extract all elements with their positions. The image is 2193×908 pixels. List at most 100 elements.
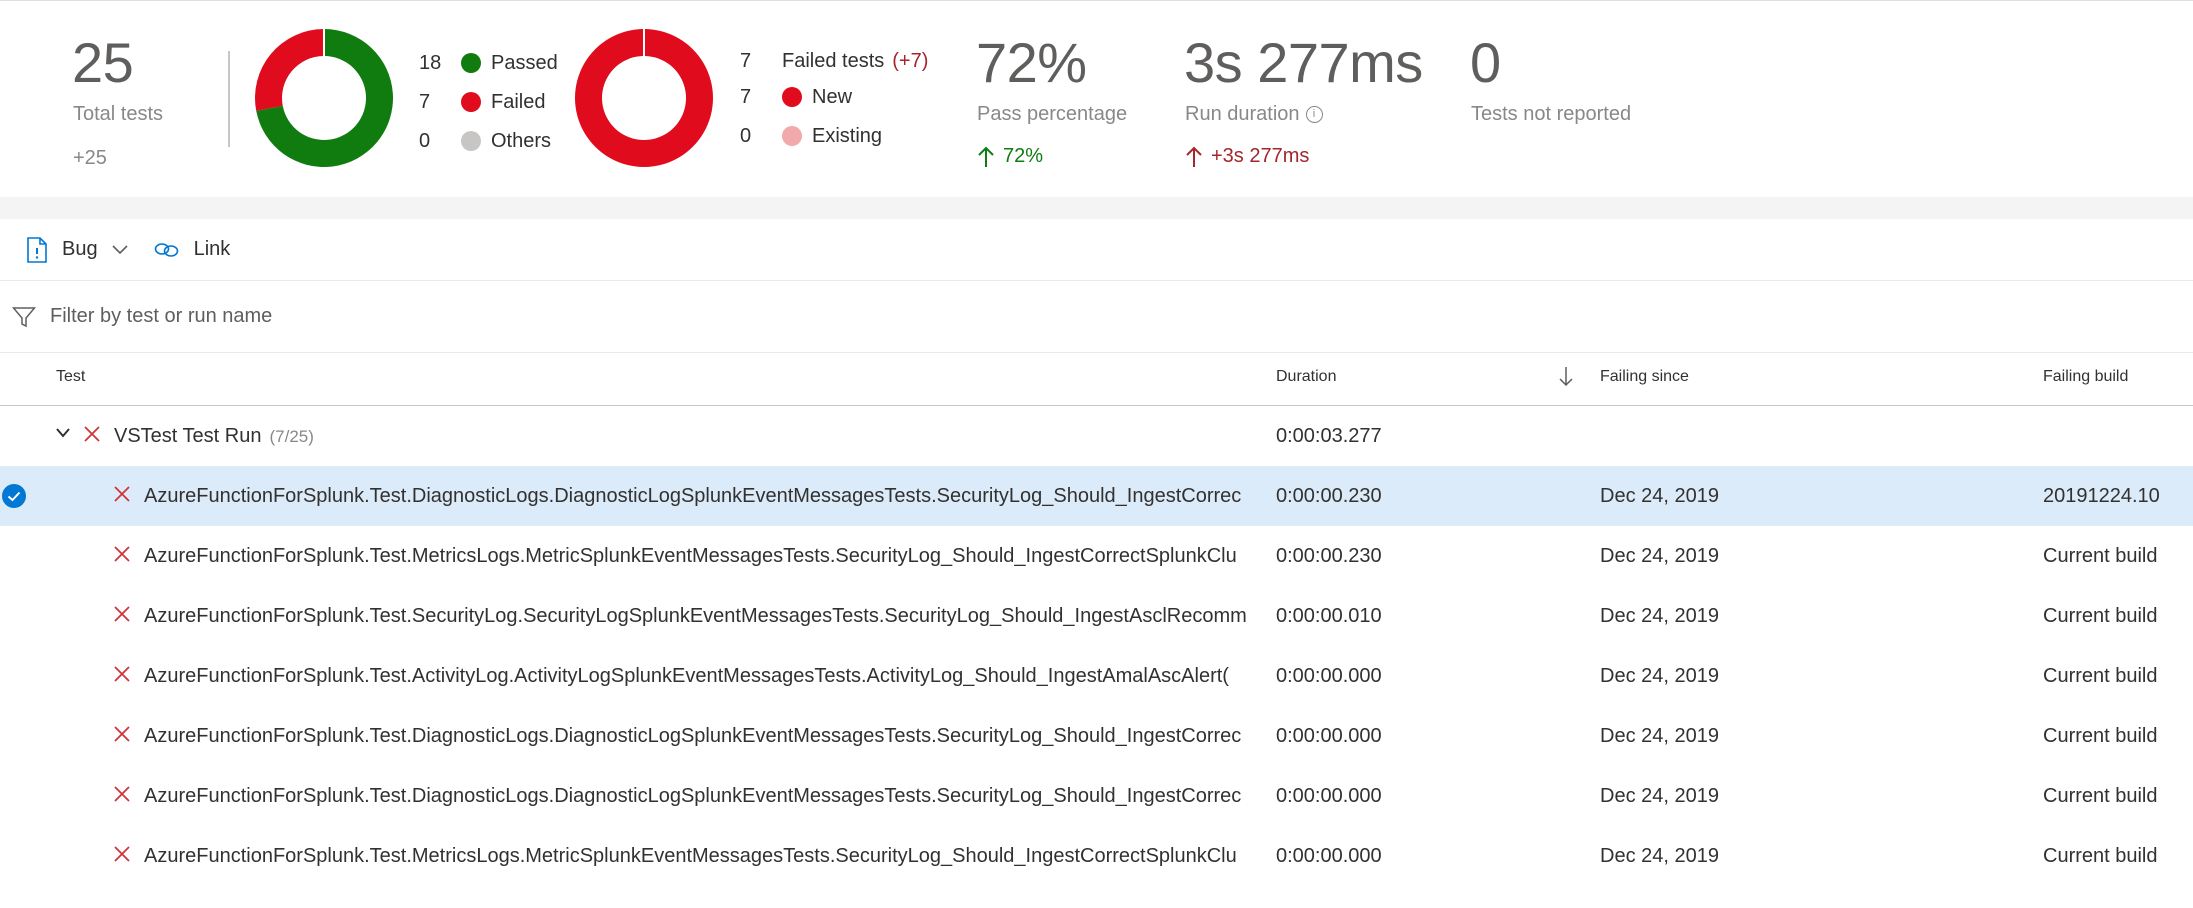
group-duration: 0:00:03.277 — [1276, 425, 1382, 447]
column-header-failing-since[interactable]: Failing since — [1600, 368, 1689, 386]
column-header-duration[interactable]: Duration — [1276, 368, 1336, 386]
legend-others-count: 0 — [419, 129, 431, 152]
failed-tests-count: 7 — [740, 49, 752, 72]
sort-descending-icon[interactable] — [1559, 365, 1573, 387]
test-run-group-row[interactable]: VSTest Test Run (7/25) 0:00:03.277 — [0, 406, 2193, 466]
chevron-down-icon[interactable] — [56, 428, 70, 438]
failed-x-icon — [114, 606, 130, 622]
table-row[interactable]: AzureFunctionForSplunk.Test.MetricsLogs.… — [0, 526, 2193, 586]
duration-cell: 0:00:00.230 — [1276, 545, 1382, 567]
legend-others-label: Others — [491, 129, 552, 152]
failed-x-icon — [84, 426, 100, 442]
duration-cell: 0:00:00.000 — [1276, 725, 1382, 747]
duration-cell: 0:00:00.000 — [1276, 845, 1382, 867]
bug-button-label: Bug — [62, 238, 98, 260]
total-tests-value: 25 — [72, 31, 134, 94]
duration-cell: 0:00:00.000 — [1276, 665, 1382, 687]
failing-since-cell: Dec 24, 2019 — [1600, 545, 1719, 567]
failed-tests-delta: (+7) — [892, 49, 929, 72]
failed-x-icon — [114, 786, 130, 802]
failing-build-cell: Current build — [2043, 545, 2158, 567]
legend-existing-count: 0 — [740, 124, 752, 147]
chevron-down-icon[interactable] — [112, 244, 128, 255]
duration-cell: 0:00:00.000 — [1276, 785, 1382, 807]
failed-x-icon — [114, 546, 130, 562]
failing-since-cell: Dec 24, 2019 — [1600, 845, 1719, 867]
failed-x-icon — [114, 846, 130, 862]
legend-failed-label: Failed — [491, 90, 546, 113]
results-toolbar: Bug Link — [0, 219, 2193, 281]
legend-failed: 7 Failed — [419, 88, 545, 116]
bug-button[interactable]: Bug — [18, 230, 136, 270]
table-row[interactable]: AzureFunctionForSplunk.Test.MetricsLogs.… — [0, 826, 2193, 886]
group-count: (7/25) — [269, 427, 314, 446]
legend-new-label: New — [812, 85, 853, 108]
legend-others-swatch — [461, 131, 481, 151]
test-name-cell[interactable]: AzureFunctionForSplunk.Test.SecurityLog.… — [144, 586, 1252, 646]
run-duration-label-wrap: Run duration i — [1185, 103, 1323, 126]
pass-percentage-label: Pass percentage — [977, 103, 1128, 125]
failed-donut-chart — [574, 28, 713, 167]
legend-existing: 0 Existing — [740, 122, 882, 150]
legend-passed-count: 18 — [419, 51, 442, 74]
filter-input[interactable] — [50, 305, 850, 328]
section-gap — [0, 197, 2193, 219]
failing-since-cell: Dec 24, 2019 — [1600, 605, 1719, 627]
checkmark-circle-icon[interactable] — [2, 484, 26, 508]
total-tests-delta: +25 — [73, 147, 107, 169]
test-name-cell[interactable]: AzureFunctionForSplunk.Test.MetricsLogs.… — [144, 826, 1252, 886]
table-row[interactable]: AzureFunctionForSplunk.Test.DiagnosticLo… — [0, 706, 2193, 766]
failed-x-icon — [114, 726, 130, 742]
failed-x-icon — [114, 666, 130, 682]
table-row[interactable]: AzureFunctionForSplunk.Test.ActivityLog.… — [0, 646, 2193, 706]
test-name-cell[interactable]: AzureFunctionForSplunk.Test.ActivityLog.… — [144, 646, 1252, 706]
table-row[interactable]: AzureFunctionForSplunk.Test.DiagnosticLo… — [0, 766, 2193, 826]
legend-passed: 18 Passed — [419, 49, 558, 77]
failing-build-cell: Current build — [2043, 845, 2158, 867]
legend-existing-swatch — [782, 126, 802, 146]
arrow-up-icon — [1186, 146, 1202, 167]
total-tests-label: Total tests — [73, 103, 164, 125]
pass-percentage-value: 72% — [976, 31, 1087, 94]
filter-bar — [0, 281, 2193, 353]
table-row[interactable]: AzureFunctionForSplunk.Test.DiagnosticLo… — [0, 466, 2193, 526]
not-reported-value: 0 — [1470, 31, 1501, 94]
pass-percentage-delta-value: 72% — [1003, 145, 1044, 167]
info-icon[interactable]: i — [1305, 106, 1323, 124]
pass-percentage-delta: 72% — [977, 145, 1043, 168]
results-grid-header: Test Duration Failing since Failing buil… — [0, 353, 2193, 406]
failed-tests-title: Failed tests — [782, 49, 885, 72]
failing-build-cell: Current build — [2043, 665, 2158, 687]
legend-others: 0 Others — [419, 127, 551, 155]
arrow-up-icon — [978, 146, 994, 167]
test-summary-panel: 25 Total tests +25 18 Passed 7 Failed 0 … — [0, 0, 2193, 197]
run-duration-label: Run duration — [1185, 103, 1300, 125]
column-header-failing-build[interactable]: Failing build — [2043, 368, 2128, 386]
test-name-cell[interactable]: AzureFunctionForSplunk.Test.DiagnosticLo… — [144, 706, 1252, 766]
column-header-test[interactable]: Test — [56, 368, 85, 386]
duration-cell: 0:00:00.230 — [1276, 485, 1382, 507]
test-name-cell[interactable]: AzureFunctionForSplunk.Test.MetricsLogs.… — [144, 526, 1252, 586]
test-name-cell[interactable]: AzureFunctionForSplunk.Test.DiagnosticLo… — [144, 766, 1252, 826]
failing-build-cell: Current build — [2043, 785, 2158, 807]
table-row[interactable]: AzureFunctionForSplunk.Test.SecurityLog.… — [0, 586, 2193, 646]
failing-since-cell: Dec 24, 2019 — [1600, 665, 1719, 687]
summary-divider — [228, 51, 230, 147]
filter-icon — [12, 306, 36, 327]
legend-existing-label: Existing — [812, 124, 883, 147]
legend-passed-label: Passed — [491, 51, 558, 74]
donut-slice-failed[interactable] — [255, 29, 324, 111]
legend-failed-count: 7 — [419, 90, 431, 113]
link-button-label: Link — [193, 238, 231, 260]
run-duration-delta-value: +3s 277ms — [1211, 145, 1310, 167]
failed-x-icon — [114, 486, 130, 502]
link-button[interactable]: Link — [146, 230, 239, 270]
legend-failed-tests: 7 Failed tests (+7) — [740, 47, 928, 75]
group-name: VSTest Test Run — [114, 425, 262, 447]
failing-since-cell: Dec 24, 2019 — [1600, 785, 1719, 807]
legend-new: 7 New — [740, 83, 852, 111]
failing-build-cell[interactable]: 20191224.10 — [2043, 466, 2160, 526]
failing-build-cell: Current build — [2043, 725, 2158, 747]
legend-passed-swatch — [461, 53, 481, 73]
test-name-cell[interactable]: AzureFunctionForSplunk.Test.DiagnosticLo… — [144, 466, 1252, 526]
